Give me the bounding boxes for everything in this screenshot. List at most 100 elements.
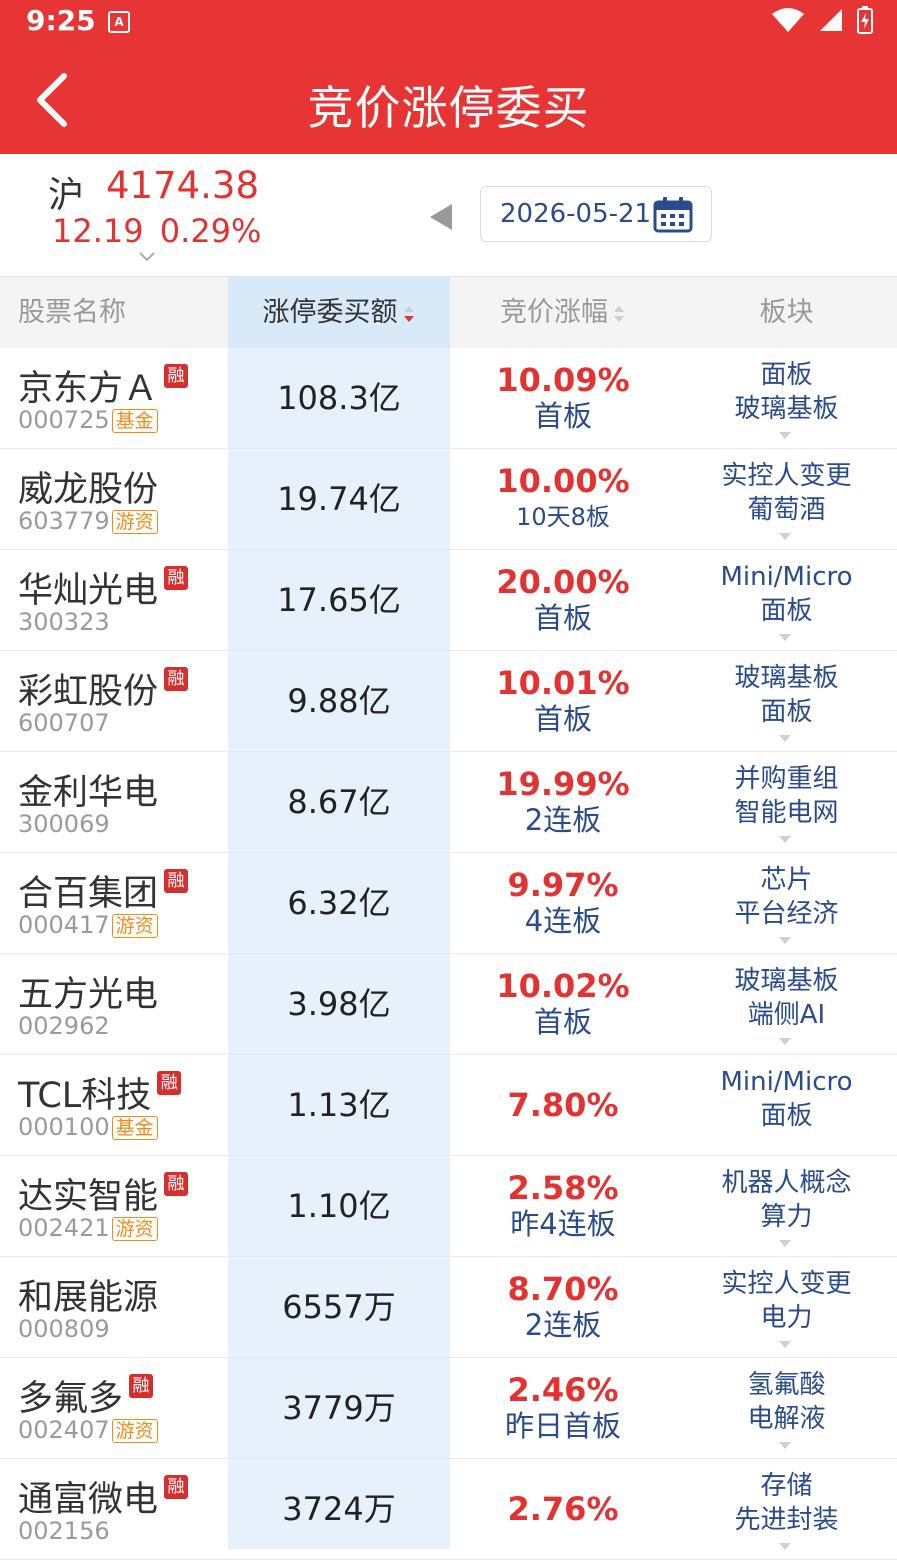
- stock-row[interactable]: 多氟多融 002407 游资 3779万 2.46% 昨日首板 氢氟酸 电解液: [0, 1358, 897, 1459]
- expand-sector-icon[interactable]: [778, 1239, 792, 1248]
- auction-change: 2.58% 昨4连板: [450, 1156, 676, 1256]
- expand-sector-icon[interactable]: [778, 1340, 792, 1349]
- stock-row[interactable]: 五方光电 002962 3.98亿 10.02% 首板 玻璃基板 端侧AI: [0, 954, 897, 1055]
- stock-name: 华灿光电融: [18, 562, 189, 613]
- expand-sector-icon[interactable]: [778, 1441, 792, 1450]
- sector-tags[interactable]: 存储 先进封装: [676, 1469, 897, 1537]
- col-sector-header: 板块: [759, 297, 814, 328]
- sector-tag: 机器人概念: [721, 1168, 852, 1198]
- board-count: 10天8板: [516, 503, 610, 531]
- stock-name-text: 华灿光电: [18, 571, 159, 611]
- stock-name-text: TCL科技: [18, 1076, 152, 1116]
- stock-row[interactable]: 达实智能融 002421 游资 1.10亿 2.58% 昨4连板 机器人概念 算力: [0, 1156, 897, 1257]
- stock-row[interactable]: 合百集团融 000417 游资 6.32亿 9.97% 4连板 芯片 平台经济: [0, 853, 897, 954]
- stock-row[interactable]: 威龙股份 603779 游资 19.74亿 10.00% 10天8板 实控人变更 葡萄酒: [0, 449, 897, 550]
- stock-name-text: 多氟多: [18, 1379, 124, 1419]
- sector-tags[interactable]: 玻璃基板 端侧AI: [676, 964, 897, 1032]
- order-amount: 3724万: [282, 1490, 396, 1528]
- stock-name-text: 威龙股份: [18, 470, 159, 510]
- auction-change: 10.09% 首板: [450, 348, 676, 448]
- stock-name: 五方光电: [18, 966, 158, 1017]
- chevron-down-icon[interactable]: [138, 250, 156, 264]
- sector-tags[interactable]: 机器人概念 算力: [676, 1166, 897, 1234]
- index-summary[interactable]: 沪 4174.38 12.19 0.29% 2026-05-21: [0, 154, 897, 276]
- sector-tag: 氢氟酸: [747, 1370, 826, 1400]
- col-pct-label: 竞价涨幅: [500, 297, 608, 328]
- stock-name: 威龙股份: [18, 461, 158, 512]
- stock-name-text: 京东方Ａ: [18, 369, 159, 409]
- investor-tag: 基金: [111, 1116, 158, 1140]
- investor-tag: 游资: [111, 914, 158, 938]
- expand-sector-icon[interactable]: [778, 431, 792, 440]
- col-pct-header[interactable]: 竞价涨幅: [450, 277, 676, 349]
- stock-row[interactable]: 华灿光电融 300323 17.65亿 20.00% 首板 Mini/Micro 面板: [0, 550, 897, 651]
- board-count: 4连板: [524, 904, 602, 938]
- sector-tag: 玻璃基板: [734, 966, 839, 996]
- stock-code-text: 000417: [18, 911, 110, 939]
- stock-code-text: 000725: [18, 406, 110, 434]
- stock-name: 通富微电融: [18, 1471, 189, 1522]
- auction-change: 20.00% 首板: [450, 550, 676, 650]
- expand-sector-icon[interactable]: [778, 1542, 792, 1551]
- expand-sector-icon[interactable]: [778, 633, 792, 642]
- stock-row[interactable]: 通富微电融 002156 3724万 2.76% 存储 先进封装: [0, 1459, 897, 1560]
- order-amount: 9.88亿: [287, 682, 391, 720]
- investor-tag: 游资: [111, 1419, 158, 1443]
- stock-row[interactable]: 金利华电 300069 8.67亿 19.99% 2连板 并购重组 智能电网: [0, 752, 897, 853]
- order-amount: 1.13亿: [287, 1086, 391, 1124]
- margin-trading-badge: 融: [157, 1071, 182, 1095]
- investor-tag: 基金: [111, 409, 158, 433]
- sector-tags[interactable]: Mini/Micro 面板: [676, 560, 897, 628]
- prev-date-button[interactable]: [428, 202, 454, 232]
- app-header: 9:25 A 竞价涨停委买: [0, 0, 897, 154]
- date-picker[interactable]: 2026-05-21: [480, 186, 712, 242]
- board-count: 首板: [533, 702, 592, 736]
- sector-tags[interactable]: 并购重组 智能电网: [676, 762, 897, 830]
- board-count: 2连板: [524, 1308, 602, 1342]
- board-count: 2连板: [524, 803, 602, 837]
- sector-tags[interactable]: 实控人变更 电力: [676, 1267, 897, 1335]
- board-count: 昨4连板: [510, 1207, 616, 1241]
- sector-tag: 面板: [760, 360, 813, 390]
- auction-change: 7.80%: [450, 1055, 676, 1155]
- board-count: 首板: [533, 1005, 592, 1039]
- order-amount: 108.3亿: [277, 379, 401, 417]
- sector-tag: 平台经济: [734, 899, 839, 929]
- stock-code-text: 000809: [18, 1315, 110, 1343]
- stock-name-text: 和展能源: [18, 1278, 159, 1318]
- expand-sector-icon[interactable]: [778, 835, 792, 844]
- investor-tag: 游资: [111, 510, 158, 534]
- stock-row[interactable]: TCL科技融 000100 基金 1.13亿 7.80% Mini/Micro 面板: [0, 1055, 897, 1156]
- index-change-points: 12.19: [52, 212, 144, 250]
- auction-change-pct: 10.00%: [496, 462, 630, 500]
- stock-name-text: 五方光电: [18, 975, 159, 1015]
- stock-code-text: 002156: [18, 1517, 110, 1545]
- stock-row[interactable]: 和展能源 000809 6557万 8.70% 2连板 实控人变更 电力: [0, 1257, 897, 1358]
- expand-sector-icon[interactable]: [778, 734, 792, 743]
- sector-tags[interactable]: 玻璃基板 面板: [676, 661, 897, 729]
- order-amount: 6.32亿: [287, 884, 391, 922]
- stock-name-text: 合百集团: [18, 874, 159, 914]
- board-count: 首板: [533, 601, 592, 635]
- auction-change-pct: 8.70%: [507, 1270, 619, 1308]
- stock-code: 002421 游资: [18, 1214, 158, 1242]
- expand-sector-icon[interactable]: [778, 936, 792, 945]
- sector-tags[interactable]: 氢氟酸 电解液: [676, 1368, 897, 1436]
- col-amount-header[interactable]: 涨停委买额: [228, 277, 450, 349]
- sector-tag: 智能电网: [734, 798, 839, 828]
- stock-row[interactable]: 彩虹股份融 600707 9.88亿 10.01% 首板 玻璃基板 面板: [0, 651, 897, 752]
- stock-code-text: 300069: [18, 810, 110, 838]
- col-amount-label: 涨停委买额: [262, 297, 398, 328]
- expand-sector-icon[interactable]: [778, 1037, 792, 1046]
- sector-tags[interactable]: 面板 玻璃基板: [676, 358, 897, 426]
- expand-sector-icon[interactable]: [778, 532, 792, 541]
- calendar-icon: [653, 197, 693, 233]
- sector-tags[interactable]: 实控人变更 葡萄酒: [676, 459, 897, 527]
- sector-tag: Mini/Micro: [720, 562, 853, 592]
- sector-tag: 面板: [760, 697, 813, 727]
- stock-code-text: 002407: [18, 1416, 110, 1444]
- sector-tags[interactable]: 芯片 平台经济: [676, 863, 897, 931]
- auction-change-pct: 20.00%: [496, 563, 630, 601]
- stock-row[interactable]: 京东方Ａ 融 000725 基金 108.3亿 10.09% 首板 面板 玻璃基板: [0, 348, 897, 449]
- sector-tags[interactable]: Mini/Micro 面板: [676, 1065, 897, 1133]
